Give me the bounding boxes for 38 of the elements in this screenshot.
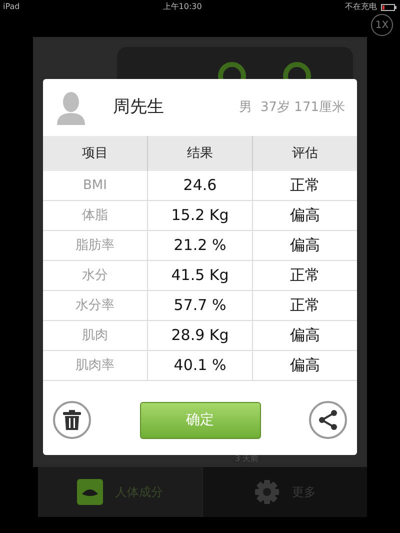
zoom-button[interactable]: 1X xyxy=(371,14,393,36)
device-name: iPad xyxy=(3,1,20,13)
column-header: 结果 xyxy=(147,136,252,171)
table-cell: 28.9 Kg xyxy=(147,321,252,350)
column-header: 评估 xyxy=(252,136,357,171)
charging-status: 不在充电 xyxy=(344,1,377,13)
table-cell: 24.6 xyxy=(147,171,252,200)
scale-icon xyxy=(77,479,103,505)
table-cell: 偏高 xyxy=(252,231,357,260)
user-name: 周先生 xyxy=(113,96,164,119)
table-cell: 偏高 xyxy=(252,351,357,380)
table-cell: 21.2 % xyxy=(147,231,252,260)
share-icon xyxy=(318,410,338,430)
table-cell-text: BMI xyxy=(82,176,108,195)
table-cell: 57.7 % xyxy=(147,291,252,320)
table-cell-text: 肌肉 xyxy=(81,326,109,345)
table-cell: 正常 xyxy=(252,171,357,200)
table-cell-text: 肌肉率 xyxy=(74,356,116,375)
confirm-button[interactable]: 确定 xyxy=(140,402,260,438)
table-cell: 40.1 % xyxy=(147,351,252,380)
table-cell: 偏高 xyxy=(252,201,357,230)
battery-icon xyxy=(380,4,397,10)
delete-button[interactable] xyxy=(53,401,91,439)
trash-icon xyxy=(63,410,81,430)
table-cell-text: 体脂 xyxy=(81,206,109,225)
table-cell-text: 水分 xyxy=(81,266,109,285)
table-cell: 正常 xyxy=(252,291,357,320)
table-cell: 15.2 Kg xyxy=(147,201,252,230)
table-cell: 正常 xyxy=(252,261,357,290)
avatar-icon xyxy=(55,90,87,124)
user-details: 男 37岁 171厘米 xyxy=(239,98,345,117)
table-cell-text: 脂肪率 xyxy=(74,236,116,255)
table-cell-text: 水分率 xyxy=(74,296,116,315)
share-button[interactable] xyxy=(309,401,347,439)
table-cell: 41.5 Kg xyxy=(147,261,252,290)
clock-time: 上午10:30 xyxy=(162,1,202,13)
table-cell: 偏高 xyxy=(252,321,357,350)
column-header: 项目 xyxy=(81,144,109,163)
